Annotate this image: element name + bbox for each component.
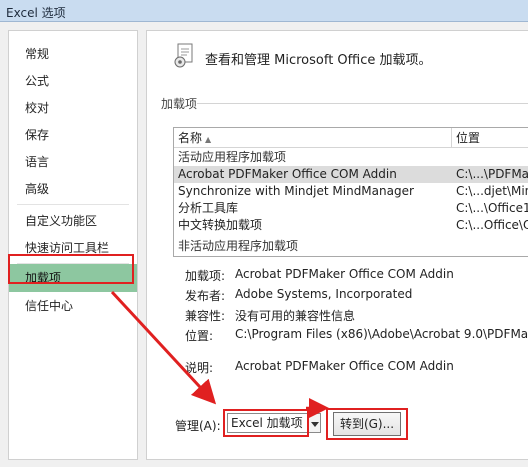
manage-label: 管理(A): bbox=[175, 419, 221, 433]
detail-publisher: 发布者: Adobe Systems, Incorporated bbox=[185, 287, 413, 303]
options-dialog: 常规 公式 校对 保存 语言 高级 自定义功能区 快速访问工具栏 加载项 信任中… bbox=[0, 22, 528, 467]
addins-icon bbox=[174, 43, 193, 68]
sidebar-item-advanced[interactable]: 高级 bbox=[9, 176, 137, 202]
title-bar: Excel 选项 bbox=[0, 0, 528, 22]
sidebar-item-language[interactable]: 语言 bbox=[9, 149, 137, 175]
annotation-box bbox=[326, 408, 408, 440]
annotation-box bbox=[8, 254, 134, 284]
table-row[interactable]: Acrobat PDFMaker Office COM Addin C:\...… bbox=[174, 166, 528, 183]
table-group-row: 活动应用程序加载项 bbox=[178, 150, 287, 164]
sidebar-item-trust-center[interactable]: 信任中心 bbox=[9, 293, 137, 319]
addins-table[interactable]: 名称 ▲ 位置 活动应用程序加载项 Acrobat PDFMaker Office… bbox=[173, 127, 528, 257]
sidebar-item-customize-ribbon[interactable]: 自定义功能区 bbox=[9, 208, 137, 234]
column-header-name[interactable]: 名称 ▲ bbox=[174, 128, 452, 148]
addins-panel: 查看和管理 Microsoft Office 加载项。 加载项 名称 ▲ 位置 活… bbox=[146, 30, 528, 460]
detail-description: 说明: Acrobat PDFMaker Office COM Addin bbox=[185, 359, 454, 375]
sidebar-item-proofing[interactable]: 校对 bbox=[9, 95, 137, 121]
section-title: 加载项 bbox=[161, 97, 198, 111]
detail-location: 位置: C:\Program Files (x86)\Adobe\Acrobat… bbox=[185, 327, 528, 343]
column-header-location[interactable]: 位置 bbox=[452, 128, 528, 148]
sidebar: 常规 公式 校对 保存 语言 高级 自定义功能区 快速访问工具栏 加载项 信任中… bbox=[8, 30, 138, 460]
panel-header: 查看和管理 Microsoft Office 加载项。 bbox=[205, 53, 432, 68]
sidebar-item-formulas[interactable]: 公式 bbox=[9, 68, 137, 94]
annotation-box bbox=[223, 409, 309, 437]
chevron-down-icon[interactable] bbox=[307, 413, 321, 433]
table-row[interactable]: 分析工具库 C:\...\Office15 bbox=[174, 200, 528, 217]
window-title: Excel 选项 bbox=[6, 6, 66, 20]
section-divider bbox=[197, 103, 528, 104]
detail-addin: 加载项: Acrobat PDFMaker Office COM Addin bbox=[185, 267, 454, 283]
table-row[interactable]: 中文转换加载项 C:\...Office\Offi bbox=[174, 217, 528, 234]
table-row[interactable]: Synchronize with Mindjet MindManager C:\… bbox=[174, 183, 528, 200]
sidebar-item-general[interactable]: 常规 bbox=[9, 41, 137, 67]
detail-compatibility: 兼容性: 没有可用的兼容性信息 bbox=[185, 309, 356, 323]
sidebar-item-save[interactable]: 保存 bbox=[9, 122, 137, 148]
sidebar-divider bbox=[17, 204, 129, 205]
sort-ascending-icon: ▲ bbox=[205, 135, 212, 144]
table-group-row: 非活动应用程序加载项 bbox=[178, 239, 299, 253]
